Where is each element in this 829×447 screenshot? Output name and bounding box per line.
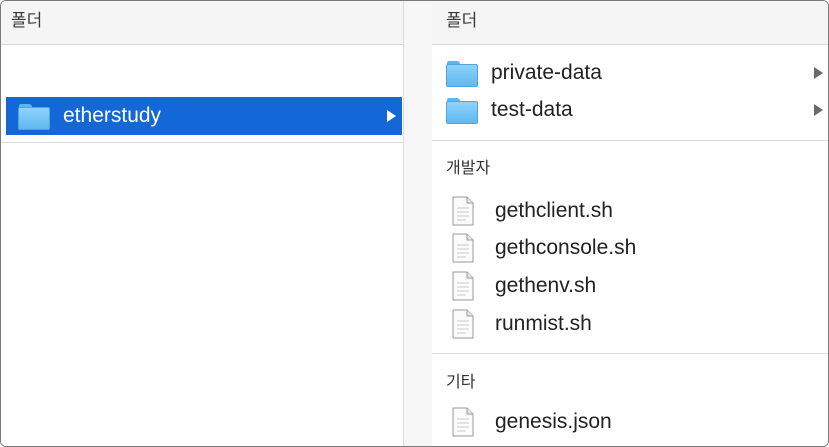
document-icon [452,407,474,437]
divider [1,142,403,143]
file-row-genesis[interactable]: genesis.json [432,404,828,440]
left-column: 폴더 etherstudy [1,1,403,446]
folder-label: etherstudy [63,104,162,127]
folder-label: private-data [491,61,602,84]
document-icon [452,271,474,301]
folder-icon [18,103,50,130]
folder-row-test-data[interactable]: test-data [432,92,828,128]
right-column: 폴더 private-data test-data 개발자 gethclient… [432,1,828,446]
file-row-gethconsole[interactable]: gethconsole.sh [432,230,828,266]
folder-row-private-data[interactable]: private-data [432,55,828,91]
left-column-header: 폴더 [1,1,403,45]
folder-label: test-data [491,98,573,121]
chevron-right-icon [814,104,823,116]
file-row-gethenv[interactable]: gethenv.sh [432,268,828,304]
section-divider [432,353,828,354]
right-column-header: 폴더 [432,1,828,45]
file-label: runmist.sh [495,312,592,335]
document-icon [452,233,474,263]
folder-row-etherstudy[interactable]: etherstudy [6,97,402,135]
file-label: gethclient.sh [495,199,613,222]
file-row-gethclient[interactable]: gethclient.sh [432,193,828,229]
document-icon [452,309,474,339]
file-label: gethenv.sh [495,274,597,297]
file-label: genesis.json [495,410,612,433]
chevron-right-icon [814,67,823,79]
file-label: gethconsole.sh [495,236,637,259]
chevron-right-icon [387,110,396,122]
folder-icon [446,60,478,87]
section-divider [432,140,828,141]
folder-icon [446,97,478,124]
finder-column-view: 폴더 etherstudy 폴더 private-data test-data … [0,0,829,447]
document-icon [452,196,474,226]
section-title-developer: 개발자 [446,160,491,177]
section-title-other: 기타 [446,374,476,391]
column-resize-divider[interactable] [403,1,433,446]
file-row-runmist[interactable]: runmist.sh [432,306,828,342]
